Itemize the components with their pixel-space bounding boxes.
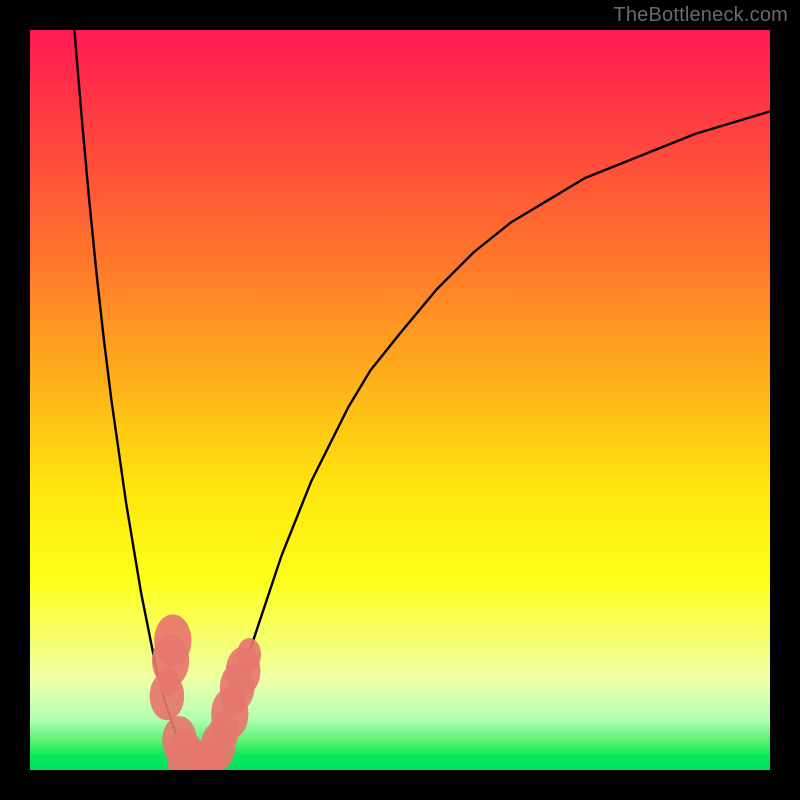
gradient-background [30,30,770,770]
plot-area [30,30,770,770]
chart-frame: TheBottleneck.com [0,0,800,800]
watermark-text: TheBottleneck.com [613,4,788,27]
